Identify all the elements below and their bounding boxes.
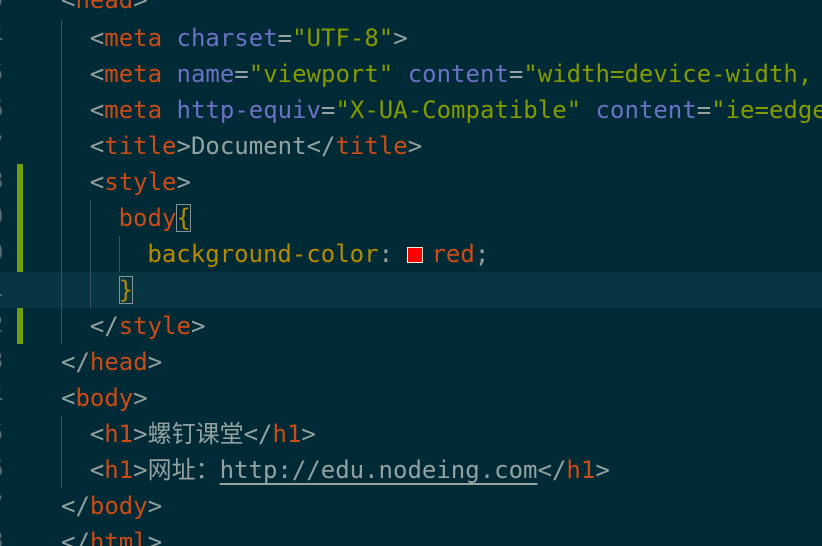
line-number: 4 [0,380,8,416]
tag-name: title [335,132,408,160]
code-line[interactable]: 2 </style> [0,308,822,344]
indent-guide [61,56,90,92]
css-semicolon: ; [474,240,490,268]
indent-guide [61,308,90,344]
indent-guide [61,416,90,452]
css-close-brace: } [118,276,134,304]
line-number: 5 [0,56,8,92]
css-colon: : [378,240,394,268]
line-number: 7 [0,128,8,164]
code-line[interactable]: 6 <meta http-equiv="X-UA-Compatible" con… [0,92,822,128]
tag-name: title [104,132,177,160]
indent-guide [118,236,148,272]
line-number: 4 [0,20,8,56]
code-line[interactable]: 4 <meta charset="UTF-8"> [0,20,822,56]
attribute-value: "viewport" [248,60,394,88]
code-line[interactable]: 5 <meta name="viewport" content="width=d… [0,56,822,92]
indent-guide [61,92,90,128]
code-editor[interactable]: 3 <head> 4 <meta charset="UTF-8"> 5 <met… [0,0,822,546]
css-open-brace: { [176,204,191,232]
line-number: 6 [0,92,8,128]
code-line[interactable]: 7 </body> [0,488,822,524]
line-number: 6 [0,452,8,488]
text-content: 螺钉课堂 [147,420,244,448]
tag-name: h1 [104,420,134,448]
attribute-name: http-equiv [176,96,322,124]
indent-guide [61,272,90,308]
code-line[interactable]: 6 <h1>网址：http://edu.nodeing.com</h1> [0,452,822,488]
line-number: 1 [0,272,8,308]
tag-name: h1 [566,456,596,484]
line-number: 2 [0,308,8,344]
code-line[interactable]: 3 </head> [0,344,822,380]
line-number: 9 [0,200,8,236]
text-content: Document [190,132,307,160]
attribute-name: charset [176,24,278,52]
color-swatch[interactable] [407,247,424,263]
tag-name: style [104,168,177,196]
css-property: background-color [147,240,379,268]
url-link[interactable]: http://edu.nodeing.com [220,456,538,484]
line-number: 8 [0,524,8,546]
indent-guide [61,128,90,164]
tag-name: head [89,348,148,376]
code-line[interactable]: 8 </html> [0,524,822,546]
attribute-value: "UTF-8" [292,24,394,52]
attribute-value: "ie=edge [711,96,822,124]
indent-guide [89,236,119,272]
tag-name: style [118,312,191,340]
text-content: 网址： [147,456,220,484]
attribute-value: "width=device-width, [523,60,813,88]
code-line[interactable]: 5 <h1>螺钉课堂</h1> [0,416,822,452]
line-number: 5 [0,416,8,452]
code-line[interactable]: 9 body{ [0,200,822,236]
indent-guide [61,20,90,56]
line-number: 0 [0,236,8,272]
code-line[interactable]: 3 <head> [0,0,822,18]
css-value: red [431,240,475,268]
tag-name: meta [104,96,163,124]
indent-guide [61,164,90,200]
code-line[interactable]: 7 <title>Document</title> [0,128,822,164]
indent-guide [61,200,90,236]
line-number: 3 [0,344,8,380]
line-number: 8 [0,164,8,200]
tag-name: body [89,492,148,520]
indent-guide [61,452,90,488]
code-line[interactable]: 0 background-color: red; [0,236,822,272]
tag-name: meta [104,60,163,88]
css-selector: body [118,204,177,232]
tag-name: html [89,528,148,546]
tag-name: h1 [272,420,302,448]
code-line[interactable]: 8 <style> [0,164,822,200]
tag-name: body [75,384,134,412]
line-number: 3 [0,0,8,18]
tag-name: meta [104,24,163,52]
current-code-line[interactable]: 1 } [0,272,822,308]
attribute-value: "X-UA-Compatible" [335,96,582,124]
indent-guide [89,272,119,308]
attribute-name: content [595,96,697,124]
indent-guide [61,236,90,272]
tag-name: h1 [104,456,134,484]
indent-guide [89,200,119,236]
line-number: 7 [0,488,8,524]
code-line[interactable]: 4 <body> [0,380,822,416]
attribute-name: content [407,60,509,88]
tag-name: head [75,0,134,14]
attribute-name: name [176,60,235,88]
